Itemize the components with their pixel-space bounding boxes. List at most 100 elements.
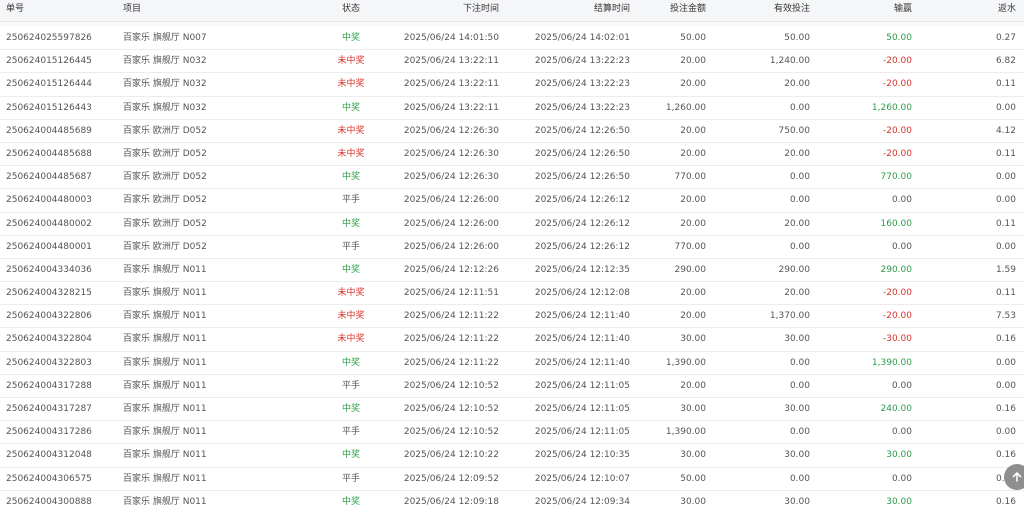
settle-time-cell: 2025/06/24 12:11:05 bbox=[534, 404, 630, 414]
bet-amount-cell: 30.00 bbox=[680, 496, 706, 507]
bet-time-cell: 2025/06/24 12:26:00 bbox=[403, 218, 499, 229]
item-cell: 百家乐 旗舰厅 N032 bbox=[123, 56, 207, 67]
status-cell: 未中奖 bbox=[337, 79, 365, 90]
status-cell: 中奖 bbox=[341, 357, 360, 368]
order-id-cell: 250624004300888 bbox=[6, 496, 92, 507]
win-loss-cell: 0.00 bbox=[891, 195, 912, 206]
valid-bet-cell: 0.00 bbox=[789, 195, 810, 206]
header-bet-amount[interactable]: 投注金额 bbox=[670, 0, 706, 21]
bet-time-cell: 2025/06/24 14:01:50 bbox=[403, 33, 499, 43]
valid-bet-cell: 30.00 bbox=[784, 450, 810, 461]
status-cell: 中奖 bbox=[341, 404, 360, 414]
status-cell: 中奖 bbox=[341, 264, 360, 275]
bet-time-cell: 2025/06/24 12:11:22 bbox=[403, 311, 499, 322]
valid-bet-cell: 30.00 bbox=[784, 496, 810, 507]
order-id-cell: 250624004480001 bbox=[6, 241, 92, 252]
order-id-cell: 250624004317287 bbox=[6, 404, 92, 414]
table-row: 250624015126443 百家乐 旗舰厅 N032 中奖 2025/06/24 … bbox=[0, 97, 1024, 120]
valid-bet-cell: 20.00 bbox=[784, 79, 810, 90]
table-row: 250624015126445 百家乐 旗舰厅 N032 未中奖 2025/06/24… bbox=[0, 50, 1024, 74]
valid-bet-cell: 0.00 bbox=[789, 473, 810, 484]
win-loss-cell: 30.00 bbox=[886, 450, 912, 461]
bet-time-cell: 2025/06/24 12:09:52 bbox=[403, 473, 499, 484]
item-cell: 百家乐 旗舰厅 N011 bbox=[123, 288, 207, 299]
header-win-loss[interactable]: 输赢 bbox=[894, 0, 912, 21]
win-loss-cell: -20.00 bbox=[882, 79, 912, 90]
bet-amount-cell: 30.00 bbox=[680, 404, 706, 414]
valid-bet-cell: 20.00 bbox=[784, 218, 810, 229]
table-row: 250624004334036 百家乐 旗舰厅 N011 中奖 2025/06/24 … bbox=[0, 259, 1024, 283]
settle-time-cell: 2025/06/24 12:11:40 bbox=[534, 311, 630, 322]
status-cell: 中奖 bbox=[341, 450, 360, 461]
bet-amount-cell: 20.00 bbox=[680, 125, 706, 136]
rebate-cell: 0.00 bbox=[995, 172, 1016, 183]
win-loss-cell: 770.00 bbox=[880, 172, 913, 183]
win-loss-cell: 30.00 bbox=[886, 496, 912, 507]
win-loss-cell: 160.00 bbox=[880, 218, 913, 229]
valid-bet-cell: 30.00 bbox=[784, 404, 810, 414]
table-row: 250624004322804 百家乐 旗舰厅 N011 未中奖 2025/06/24… bbox=[0, 328, 1024, 352]
header-item[interactable]: 项目 bbox=[123, 0, 141, 21]
status-cell: 平手 bbox=[341, 380, 360, 391]
table-row: 250624004328215 百家乐 旗舰厅 N011 未中奖 2025/06/24… bbox=[0, 282, 1024, 306]
bet-time-cell: 2025/06/24 12:09:18 bbox=[403, 496, 499, 507]
rebate-cell: 0.16 bbox=[995, 334, 1016, 345]
header-bet-time[interactable]: 下注时间 bbox=[463, 0, 499, 21]
status-cell: 中奖 bbox=[341, 496, 360, 507]
bet-amount-cell: 30.00 bbox=[680, 334, 706, 345]
rebate-cell: 0.11 bbox=[995, 288, 1016, 299]
rebate-cell: 0.27 bbox=[995, 33, 1016, 43]
header-order-id[interactable]: 单号 bbox=[6, 0, 24, 21]
header-status[interactable]: 状态 bbox=[318, 0, 384, 21]
header-valid-bet[interactable]: 有效投注 bbox=[774, 0, 810, 21]
win-loss-cell: -20.00 bbox=[882, 125, 912, 136]
rebate-cell: 0.11 bbox=[995, 148, 1016, 159]
header-settle-time[interactable]: 结算时间 bbox=[594, 0, 630, 21]
order-id-cell: 250624015126445 bbox=[6, 56, 92, 67]
settle-time-cell: 2025/06/24 13:22:23 bbox=[534, 56, 630, 67]
settle-time-cell: 2025/06/24 14:02:01 bbox=[534, 33, 630, 43]
win-loss-cell: -20.00 bbox=[882, 56, 912, 67]
bet-amount-cell: 20.00 bbox=[680, 195, 706, 206]
bet-time-cell: 2025/06/24 12:26:30 bbox=[403, 125, 499, 136]
table-row: 250624004480002 百家乐 欧洲厅 D052 中奖 2025/06/24 … bbox=[0, 213, 1024, 236]
bet-time-cell: 2025/06/24 12:26:00 bbox=[403, 241, 499, 252]
win-loss-cell: 0.00 bbox=[891, 241, 912, 252]
valid-bet-cell: 750.00 bbox=[778, 125, 811, 136]
status-cell: 中奖 bbox=[341, 218, 360, 229]
table-row: 250624004485687 百家乐 欧洲厅 D052 中奖 2025/06/24 … bbox=[0, 166, 1024, 190]
rebate-cell: 0.11 bbox=[995, 79, 1016, 90]
win-loss-cell: 0.00 bbox=[891, 427, 912, 438]
order-id-cell: 250624025597826 bbox=[6, 33, 92, 43]
status-cell: 未中奖 bbox=[337, 125, 365, 136]
bet-amount-cell: 50.00 bbox=[680, 473, 706, 484]
bet-amount-cell: 1,390.00 bbox=[665, 357, 706, 368]
bet-time-cell: 2025/06/24 12:10:52 bbox=[403, 380, 499, 391]
status-cell: 中奖 bbox=[341, 172, 360, 183]
item-cell: 百家乐 旗舰厅 N032 bbox=[123, 79, 207, 90]
item-cell: 百家乐 欧洲厅 D052 bbox=[123, 125, 207, 136]
bet-amount-cell: 20.00 bbox=[680, 380, 706, 391]
valid-bet-cell: 0.00 bbox=[789, 241, 810, 252]
rebate-cell: 0.00 bbox=[995, 427, 1016, 438]
order-id-cell: 250624004317286 bbox=[6, 427, 92, 438]
win-loss-cell: -20.00 bbox=[882, 311, 912, 322]
bet-amount-cell: 20.00 bbox=[680, 79, 706, 90]
rebate-cell: 0.00 bbox=[995, 102, 1016, 113]
rebate-cell: 7.53 bbox=[995, 311, 1016, 322]
order-id-cell: 250624004485687 bbox=[6, 172, 92, 183]
bet-time-cell: 2025/06/24 12:26:30 bbox=[403, 172, 499, 183]
order-id-cell: 250624004480002 bbox=[6, 218, 92, 229]
win-loss-cell: 1,260.00 bbox=[871, 102, 912, 113]
table-row: 250624004300888 百家乐 旗舰厅 N011 中奖 2025/06/24 … bbox=[0, 491, 1024, 510]
scroll-to-top-button[interactable] bbox=[1004, 464, 1024, 490]
header-rebate[interactable]: 返水 bbox=[998, 0, 1016, 21]
table-row: 250624004480003 百家乐 欧洲厅 D052 平手 2025/06/24 … bbox=[0, 189, 1024, 213]
bet-time-cell: 2025/06/24 12:26:00 bbox=[403, 195, 499, 206]
table-row: 250624004317286 百家乐 旗舰厅 N011 平手 2025/06/24 … bbox=[0, 421, 1024, 445]
bet-amount-cell: 20.00 bbox=[680, 311, 706, 322]
win-loss-cell: -20.00 bbox=[882, 288, 912, 299]
valid-bet-cell: 0.00 bbox=[789, 427, 810, 438]
bet-time-cell: 2025/06/24 12:26:30 bbox=[403, 148, 499, 159]
item-cell: 百家乐 旗舰厅 N011 bbox=[123, 404, 207, 414]
